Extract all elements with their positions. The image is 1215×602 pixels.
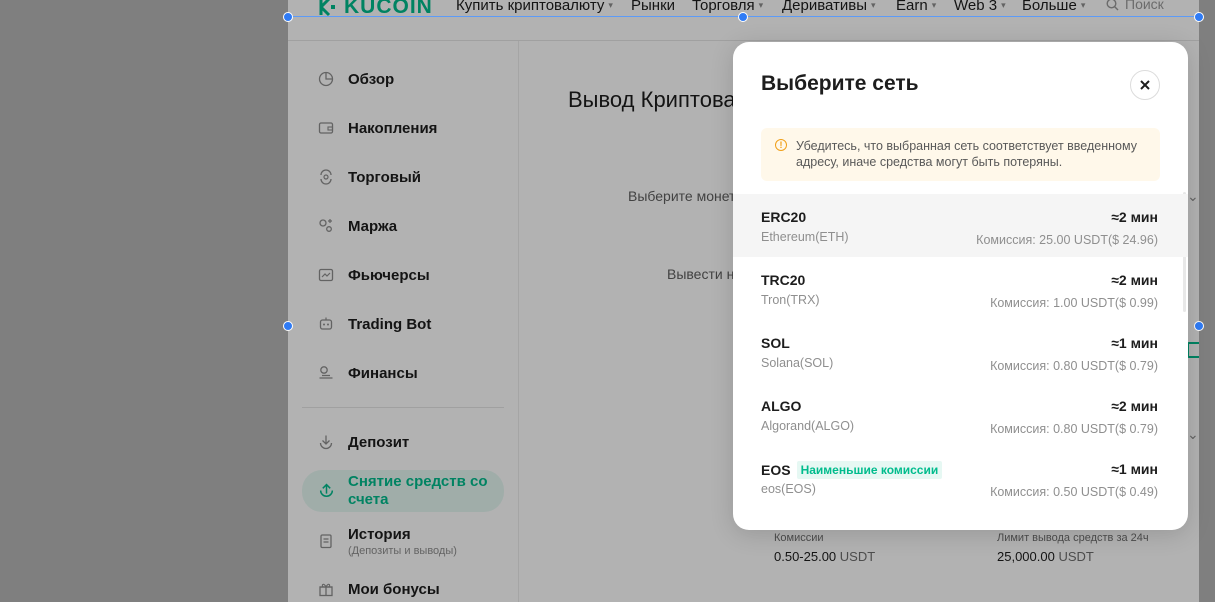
network-option-sol[interactable]: SOL Solana(SOL) ≈1 мин Комиссия: 0.80 US… <box>733 320 1188 383</box>
lowest-fee-badge: Наименьшие комиссии <box>796 461 943 479</box>
network-time: ≈2 мин <box>1111 209 1158 225</box>
network-time: ≈2 мин <box>1111 398 1158 414</box>
network-option-erc20[interactable]: ERC20 Ethereum(ETH) ≈2 мин Комиссия: 25.… <box>733 194 1188 257</box>
network-fee: Комиссия: 0.80 USDT($ 0.79) <box>990 422 1158 436</box>
network-code: EOS <box>761 462 791 478</box>
network-code: ERC20 <box>761 209 807 225</box>
network-name: ERC20 <box>761 209 806 225</box>
network-time: ≈2 мин <box>1111 272 1158 288</box>
network-name: TRC20 <box>761 272 805 288</box>
warning-banner: ! Убедитесь, что выбранная сеть соответс… <box>761 128 1160 181</box>
network-option-trc20[interactable]: TRC20 Tron(TRX) ≈2 мин Комиссия: 1.00 US… <box>733 257 1188 320</box>
resize-handle[interactable] <box>1194 321 1204 331</box>
network-chain: Ethereum(ETH) <box>761 230 849 244</box>
network-code: ALGO <box>761 398 802 414</box>
resize-handle[interactable] <box>283 12 293 22</box>
resize-handle[interactable] <box>1194 12 1204 22</box>
warning-icon: ! <box>775 139 787 151</box>
network-code: SOL <box>761 335 790 351</box>
network-fee: Комиссия: 25.00 USDT($ 24.96) <box>976 233 1158 247</box>
resize-handle[interactable] <box>283 321 293 331</box>
network-fee: Комиссия: 0.50 USDT($ 0.49) <box>990 485 1158 499</box>
network-time: ≈1 мин <box>1111 461 1158 477</box>
network-code: TRC20 <box>761 272 806 288</box>
network-time: ≈1 мин <box>1111 335 1158 351</box>
resize-handle[interactable] <box>738 12 748 22</box>
network-chain: Solana(SOL) <box>761 356 834 370</box>
close-button[interactable] <box>1130 70 1160 100</box>
select-network-dialog: Выберите сеть ! Убедитесь, что выбранная… <box>733 42 1188 530</box>
network-option-algo[interactable]: ALGO Algorand(ALGO) ≈2 мин Комиссия: 0.8… <box>733 383 1188 446</box>
network-name: ALGO <box>761 398 801 414</box>
dialog-title: Выберите сеть <box>761 72 919 95</box>
warning-text: Убедитесь, что выбранная сеть соответств… <box>796 139 1137 169</box>
network-name: SOL <box>761 335 790 351</box>
network-fee: Комиссия: 1.00 USDT($ 0.99) <box>990 296 1158 310</box>
network-chain: Tron(TRX) <box>761 293 820 307</box>
network-chain: eos(EOS) <box>761 482 816 496</box>
network-chain: Algorand(ALGO) <box>761 419 855 433</box>
network-fee: Комиссия: 0.80 USDT($ 0.79) <box>990 359 1158 373</box>
network-name: EOS Наименьшие комиссии <box>761 461 943 479</box>
network-option-eos[interactable]: EOS Наименьшие комиссии eos(EOS) ≈1 мин К… <box>733 446 1188 509</box>
close-icon <box>1140 80 1150 90</box>
